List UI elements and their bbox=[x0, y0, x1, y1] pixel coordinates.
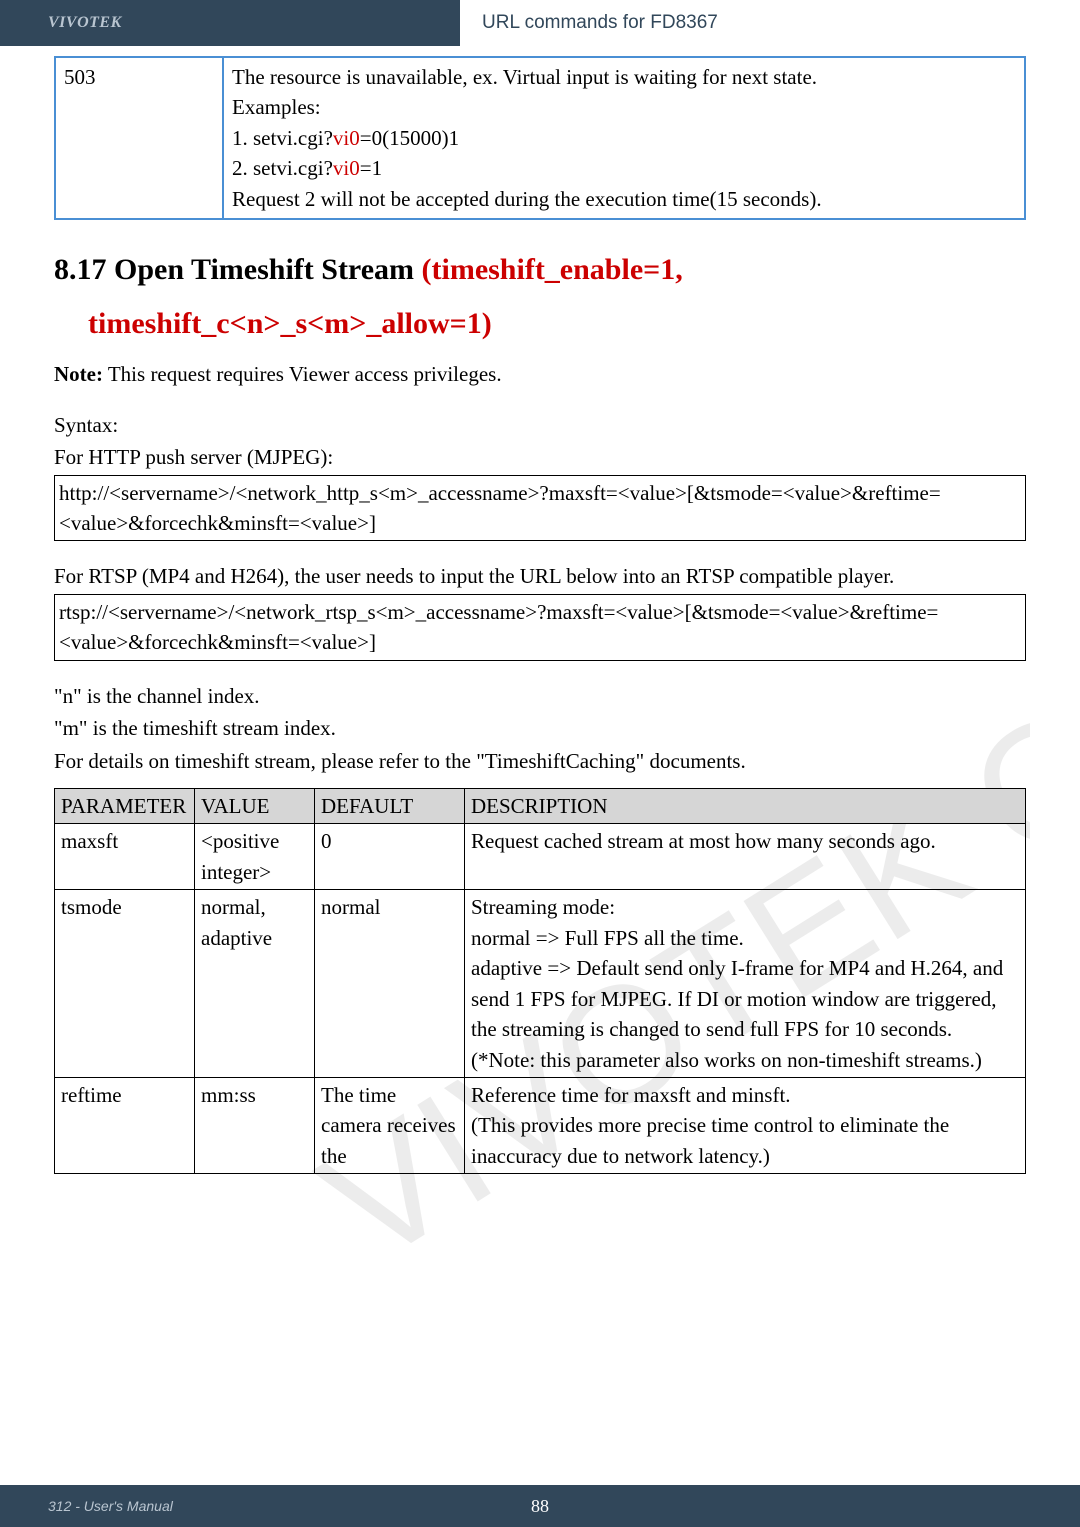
table-row: 503 The resource is unavailable, ex. Vir… bbox=[55, 57, 1025, 219]
line: The resource is unavailable, ex. Virtual… bbox=[232, 62, 1016, 92]
col-value: VALUE bbox=[195, 789, 315, 824]
syntax-sub-rtsp: For RTSP (MP4 and H264), the user needs … bbox=[54, 561, 1026, 591]
header-bar: VIVOTEK URL commands for FD8367 bbox=[0, 0, 1080, 46]
footer-bar: 312 - User's Manual 88 bbox=[0, 1485, 1080, 1527]
brand-text: VIVOTEK bbox=[0, 11, 122, 34]
col-parameter: PARAMETER bbox=[55, 789, 195, 824]
syntax-box-rtsp: rtsp://<servername>/<network_rtsp_s<m>_a… bbox=[54, 594, 1026, 661]
table-row: maxsft <positive integer> 0 Request cach… bbox=[55, 824, 1026, 890]
section-heading: 8.17 Open Timeshift Stream (timeshift_en… bbox=[54, 248, 1026, 292]
status-desc: The resource is unavailable, ex. Virtual… bbox=[223, 57, 1025, 219]
note-m: "m" is the timeshift stream index. bbox=[54, 713, 1026, 743]
syntax-box-http: http://<servername>/<network_http_s<m>_a… bbox=[54, 475, 1026, 542]
doc-title: URL commands for FD8367 bbox=[460, 0, 1080, 46]
note-n: "n" is the channel index. bbox=[54, 681, 1026, 711]
section-subheading: timeshift_c<n>_s<m>_allow=1) bbox=[54, 302, 1026, 346]
col-description: DESCRIPTION bbox=[465, 789, 1026, 824]
table-header-row: PARAMETER VALUE DEFAULT DESCRIPTION bbox=[55, 789, 1026, 824]
status-code: 503 bbox=[55, 57, 223, 219]
footer-left: 312 - User's Manual bbox=[0, 1496, 173, 1516]
line: 2. setvi.cgi?vi0=1 bbox=[232, 153, 1016, 183]
doc-title-text: URL commands for FD8367 bbox=[482, 9, 718, 37]
note-details: For details on timeshift stream, please … bbox=[54, 746, 1026, 776]
status-503-table: 503 The resource is unavailable, ex. Vir… bbox=[54, 56, 1026, 220]
parameter-table: PARAMETER VALUE DEFAULT DESCRIPTION maxs… bbox=[54, 788, 1026, 1174]
line: 1. setvi.cgi?vi0=0(15000)1 bbox=[232, 123, 1016, 153]
table-row: reftime mm:ss The time camera receives t… bbox=[55, 1077, 1026, 1173]
table-row: tsmode normal, adaptive normal Streaming… bbox=[55, 890, 1026, 1078]
page-number: 88 bbox=[531, 1493, 549, 1519]
line: Examples: bbox=[232, 92, 1016, 122]
note-line: Note: This request requires Viewer acces… bbox=[54, 359, 1026, 389]
col-default: DEFAULT bbox=[315, 789, 465, 824]
syntax-label: Syntax: bbox=[54, 410, 1026, 440]
line: Request 2 will not be accepted during th… bbox=[232, 184, 1016, 214]
syntax-sub: For HTTP push server (MJPEG): bbox=[54, 442, 1026, 472]
